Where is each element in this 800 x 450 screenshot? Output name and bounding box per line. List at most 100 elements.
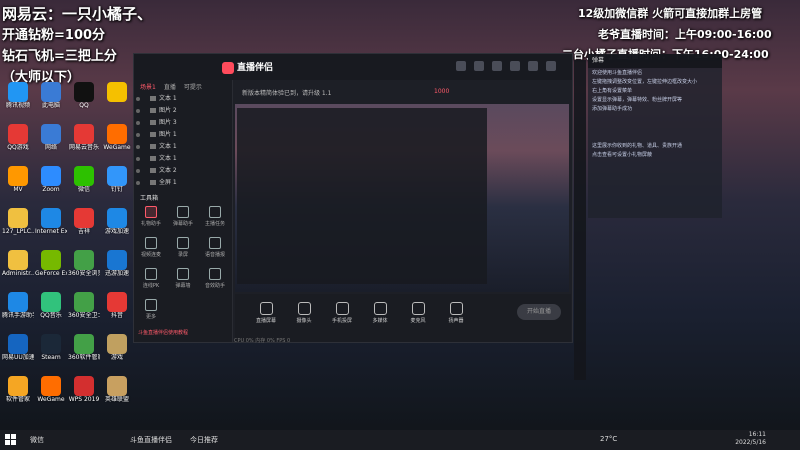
- settings-icon[interactable]: [474, 61, 484, 71]
- tool-button[interactable]: 音效助手: [199, 268, 231, 289]
- app-icon: [74, 250, 94, 270]
- toolbar-button[interactable]: 扬声器: [439, 302, 473, 324]
- desktop-icon-label: Zoom: [42, 186, 60, 193]
- tools-title: 工具箱: [140, 195, 159, 202]
- tutorial-link[interactable]: 斗鱼直播伴侣使用教程: [138, 329, 188, 336]
- tool-button[interactable]: 主播任务: [199, 206, 231, 227]
- desktop-icon[interactable]: 网易UU加速: [2, 334, 34, 361]
- desktop-icon[interactable]: 抖音: [101, 292, 133, 319]
- desktop-icon-label: 网易云音乐: [68, 144, 99, 151]
- desktop-icon[interactable]: 网络: [35, 124, 67, 151]
- desktop-icon[interactable]: 游戏: [101, 334, 133, 361]
- desktop-icon[interactable]: Administr...: [2, 250, 34, 277]
- desktop-icon[interactable]: 腾讯视频: [2, 82, 34, 109]
- tool-button[interactable]: 礼物助手: [135, 206, 167, 227]
- source-item[interactable]: 图片 3: [134, 117, 232, 129]
- source-item[interactable]: 图片 1: [134, 129, 232, 141]
- desktop-icon[interactable]: 127_LPLC...: [2, 208, 34, 235]
- close-icon[interactable]: [546, 61, 556, 71]
- source-item[interactable]: 全屏 1: [134, 177, 232, 189]
- tool-button[interactable]: 视频连麦: [135, 237, 167, 258]
- minimize-icon[interactable]: [456, 61, 466, 71]
- desktop-icon[interactable]: 吉祥: [68, 208, 100, 235]
- desktop-icon[interactable]: QQ音乐: [35, 292, 67, 319]
- desktop-icon[interactable]: WeGame: [35, 376, 67, 403]
- toolbar-button[interactable]: 摄像头: [287, 302, 321, 324]
- start-live-button[interactable]: 开始直播: [517, 304, 561, 320]
- app-icon: [107, 124, 127, 144]
- desktop-icon[interactable]: 此电脑: [35, 82, 67, 109]
- taskbar-item-recommend[interactable]: 今日推荐: [190, 435, 218, 445]
- tool-button[interactable]: 弹幕墙: [167, 268, 199, 289]
- tool-button[interactable]: 连线PK: [135, 268, 167, 289]
- app-icon: [41, 376, 61, 396]
- desktop-icon[interactable]: 360安全浏览器: [68, 250, 100, 277]
- app-icon: [74, 292, 94, 312]
- desktop-icon[interactable]: Steam: [35, 334, 67, 361]
- desktop-icon[interactable]: 钉钉: [101, 166, 133, 193]
- toolbar-button[interactable]: 麦克风: [401, 302, 435, 324]
- clock[interactable]: 16:11 2022/5/16: [735, 431, 766, 447]
- source-item[interactable]: 文本 2: [134, 165, 232, 177]
- desktop-icon[interactable]: 腾讯手游助手: [2, 292, 34, 319]
- source-item[interactable]: 文本 1: [134, 93, 232, 105]
- tab-scene[interactable]: 场景1: [140, 82, 156, 91]
- taskbar-item-wechat[interactable]: 微信: [30, 435, 44, 445]
- toolbar-label: 直播屏幕: [255, 318, 276, 324]
- desktop-icon[interactable]: 迅游加速: [101, 250, 133, 277]
- app-icon: [107, 250, 127, 270]
- source-item[interactable]: 文本 1: [134, 141, 232, 153]
- desktop-icon[interactable]: 360安全卫士: [68, 292, 100, 319]
- desktop-icon[interactable]: 360软件管家: [68, 334, 100, 361]
- tool-icon: [177, 268, 189, 280]
- toolbar-label: 摄像头: [296, 318, 312, 324]
- toolbar-button[interactable]: 直播屏幕: [249, 302, 283, 324]
- header-pill: 1000: [434, 88, 450, 95]
- weather-indicator[interactable]: 27°C: [600, 435, 617, 443]
- source-item[interactable]: 文本 1: [134, 153, 232, 165]
- toolbar-button[interactable]: 手机投屏: [325, 302, 359, 324]
- desktop-icon-label: 钉钉: [110, 186, 123, 193]
- taskbar-item-companion[interactable]: 斗鱼直播伴侣: [130, 435, 172, 445]
- desktop-icon[interactable]: 软件管家: [2, 376, 34, 403]
- window-min-icon[interactable]: [528, 61, 538, 71]
- desktop-icon[interactable]: 游戏加速: [101, 208, 133, 235]
- desktop-icon[interactable]: 英雄联盟: [101, 376, 133, 403]
- desktop-icon[interactable]: Internet Explorer: [35, 208, 67, 235]
- tool-button[interactable]: 录屏: [167, 237, 199, 258]
- app-icon: [8, 208, 28, 228]
- desktop-icon[interactable]: Zoom: [35, 166, 67, 193]
- skin-icon[interactable]: [492, 61, 502, 71]
- tool-label: 连线PK: [142, 283, 160, 289]
- desktop-icon[interactable]: QQ: [68, 82, 100, 109]
- source-label: 图片 1: [159, 131, 177, 138]
- windows-start-icon[interactable]: [5, 434, 17, 446]
- desktop-icon[interactable]: WeGame: [101, 124, 133, 151]
- tool-icon: [145, 206, 157, 218]
- tool-button[interactable]: 弹幕助手: [167, 206, 199, 227]
- toolbar-button[interactable]: 多媒体: [363, 302, 397, 324]
- tool-button[interactable]: 语音播报: [199, 237, 231, 258]
- tool-button[interactable]: 更多: [135, 299, 167, 320]
- desktop-icon[interactable]: WPS 2019: [68, 376, 100, 403]
- desktop-icon[interactable]: MV: [2, 166, 34, 193]
- desktop-icon[interactable]: 微信: [68, 166, 100, 193]
- tool-icon: [209, 206, 221, 218]
- tab-hint[interactable]: 可提示: [184, 82, 202, 91]
- desktop-icon-label: 腾讯视频: [5, 102, 30, 109]
- app-icon: [8, 334, 28, 354]
- tool-label: 视频连麦: [140, 252, 161, 258]
- live-preview[interactable]: [235, 104, 569, 292]
- desktop-icon[interactable]: GeForce Experience: [35, 250, 67, 277]
- desktop-icon[interactable]: 网易云音乐: [68, 124, 100, 151]
- menu-icon[interactable]: [510, 61, 520, 71]
- app-title: 直播伴侣: [237, 63, 274, 73]
- desktop-icon[interactable]: [101, 82, 133, 102]
- app-logo-icon: [222, 61, 234, 74]
- tab-live[interactable]: 直播: [164, 82, 176, 91]
- desktop-icon[interactable]: QQ游戏: [2, 124, 34, 151]
- source-item[interactable]: 图片 2: [134, 105, 232, 117]
- tool-icon: [177, 237, 189, 249]
- live-companion-window[interactable]: 直播伴侣 场景1 直播 可提示 文本 1 图片 2 图片 3 图片 1 文本 1 文本 1…: [133, 53, 573, 344]
- desktop-icon-label: Internet Explorer: [35, 228, 67, 235]
